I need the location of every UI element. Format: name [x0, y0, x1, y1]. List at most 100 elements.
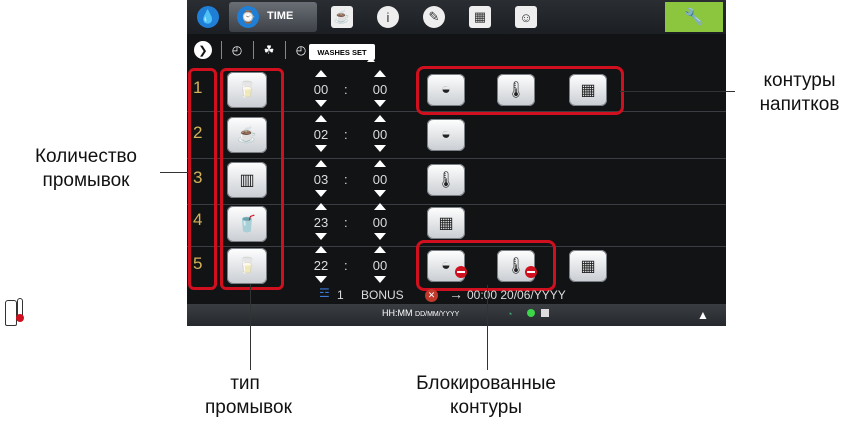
- settings-button[interactable]: 🔧: [665, 2, 723, 32]
- hours-down-arrow[interactable]: [315, 233, 327, 240]
- time-colon: :: [344, 82, 348, 97]
- time-colon: :: [344, 258, 348, 273]
- shower-icon: ☲: [319, 286, 330, 300]
- user-icon: ☺: [515, 6, 537, 28]
- hours-up-arrow[interactable]: [315, 203, 327, 210]
- cancel-bonus-button[interactable]: ✕: [425, 289, 438, 302]
- label-wash-type: тип промывок: [205, 372, 292, 420]
- label-blocked: Блокированные контуры: [396, 372, 576, 420]
- leader-line: [250, 284, 251, 370]
- coffee-circuit-button[interactable]: ◒: [427, 119, 465, 151]
- hours-up-arrow[interactable]: [315, 246, 327, 253]
- clock-icon: ⌚: [237, 6, 259, 28]
- tablet-icon: ▦: [580, 258, 596, 275]
- minutes-up-arrow[interactable]: [374, 203, 386, 210]
- leaf-icon: ☘: [263, 43, 275, 57]
- storage-icon: [541, 309, 549, 317]
- chevron-right-icon: ❯: [194, 41, 212, 59]
- hours-down-arrow[interactable]: [315, 100, 327, 107]
- tab-time[interactable]: ⌚ TIME: [229, 2, 317, 32]
- active-tab-marker: [367, 57, 375, 62]
- pen-icon: ✎: [423, 6, 445, 28]
- minutes-value[interactable]: 00: [367, 82, 393, 97]
- hours-value[interactable]: 23: [308, 215, 334, 230]
- back-button[interactable]: ❯: [193, 40, 213, 60]
- blocked-circuits-highlight: [416, 240, 556, 291]
- cup-icon: ☕: [331, 6, 353, 28]
- hours-value[interactable]: 02: [308, 127, 334, 142]
- status-led-icon: [527, 309, 535, 317]
- label-line: Блокированные: [416, 373, 556, 394]
- drop-icon: 💧: [197, 6, 219, 28]
- sub-tab-bar: ❯ ◴ ☘: [187, 38, 726, 62]
- leader-line: [487, 285, 488, 370]
- drink-circuits-highlight: [416, 66, 624, 115]
- label-wash-count: Количество промывок: [6, 145, 166, 193]
- hours-down-arrow[interactable]: [315, 190, 327, 197]
- minutes-up-arrow[interactable]: [374, 160, 386, 167]
- hours-value[interactable]: 22: [308, 258, 334, 273]
- minutes-down-arrow[interactable]: [374, 145, 386, 152]
- time-colon: :: [344, 172, 348, 187]
- wash-type-highlight: [220, 68, 284, 290]
- hours-value[interactable]: 00: [308, 82, 334, 97]
- status-bar: ☲ 1 BONUS ✕ → 00:00 20/06/YYYY: [187, 286, 726, 304]
- minutes-up-arrow[interactable]: [374, 246, 386, 253]
- tablet-circuit-button[interactable]: ▦: [427, 207, 465, 239]
- calc-icon: ▦: [469, 6, 491, 28]
- tablet-circuit-button[interactable]: ▦: [569, 250, 607, 282]
- device-screen: 💧 ⌚ TIME ☕ i ✎ ▦ ☺ 🔧 ❯ ◴ ☘ ◴ WASHES SET …: [187, 0, 726, 326]
- tab-info[interactable]: i: [373, 4, 403, 30]
- subtab-timer[interactable]: ◴: [227, 40, 247, 60]
- tab-pen[interactable]: ✎: [419, 4, 449, 30]
- tab-calc[interactable]: ▦: [465, 4, 495, 30]
- wash-count-highlight: [188, 68, 217, 290]
- divider: [253, 41, 254, 59]
- label-line: контуры: [763, 70, 836, 91]
- arrow-right-icon: →: [449, 286, 463, 302]
- top-tab-bar: 💧 ⌚ TIME ☕ i ✎ ▦ ☺ 🔧: [187, 0, 726, 34]
- label-line: промывок: [42, 170, 130, 191]
- hours-value[interactable]: 03: [308, 172, 334, 187]
- bottom-bar: HH:MM DD/MM/YYYY ◔ ▲: [187, 304, 726, 326]
- minutes-up-arrow[interactable]: [374, 115, 386, 122]
- minutes-up-arrow[interactable]: [374, 70, 386, 77]
- time-colon: :: [344, 127, 348, 142]
- tab-cup[interactable]: ☕: [327, 4, 357, 30]
- label-line: Количество: [34, 146, 138, 167]
- minutes-value[interactable]: 00: [367, 215, 393, 230]
- minutes-down-arrow[interactable]: [374, 190, 386, 197]
- minutes-down-arrow[interactable]: [374, 276, 386, 283]
- status-count: 1: [337, 288, 344, 302]
- hours-up-arrow[interactable]: [315, 160, 327, 167]
- hours-down-arrow[interactable]: [315, 145, 327, 152]
- tab-washes[interactable]: 💧: [193, 4, 223, 30]
- hours-down-arrow[interactable]: [315, 276, 327, 283]
- bonus-label: BONUS: [361, 288, 404, 302]
- hours-up-arrow[interactable]: [315, 115, 327, 122]
- tab-time-label: TIME: [267, 10, 294, 22]
- minutes-down-arrow[interactable]: [374, 233, 386, 240]
- milk-thermo-legend-icon: [5, 294, 24, 326]
- label-line: тип: [230, 373, 260, 394]
- coffee-bean-icon: ◒: [441, 126, 451, 143]
- tab-user[interactable]: ☺: [511, 4, 541, 30]
- time-colon: :: [344, 215, 348, 230]
- info-icon: i: [377, 6, 399, 28]
- wifi-icon: ◔: [507, 309, 513, 319]
- divider: [221, 41, 222, 59]
- clock-display: HH:MM DD/MM/YYYY: [382, 308, 459, 318]
- minutes-value[interactable]: 00: [367, 258, 393, 273]
- milk-circuit-button[interactable]: 🌡: [427, 164, 465, 196]
- tab-washes-set[interactable]: WASHES SET: [309, 44, 375, 60]
- clock-time: HH:MM: [382, 308, 413, 318]
- timer-icon: ◴: [231, 43, 243, 57]
- label-drink-circuits: контуры напитков: [737, 69, 862, 117]
- minutes-value[interactable]: 00: [367, 172, 393, 187]
- minutes-down-arrow[interactable]: [374, 100, 386, 107]
- hours-up-arrow[interactable]: [315, 70, 327, 77]
- leader-line: [620, 91, 735, 92]
- subtab-leaf[interactable]: ☘: [259, 40, 279, 60]
- minutes-value[interactable]: 00: [367, 127, 393, 142]
- next-wash-time: 00:00 20/06/YYYY: [467, 288, 566, 302]
